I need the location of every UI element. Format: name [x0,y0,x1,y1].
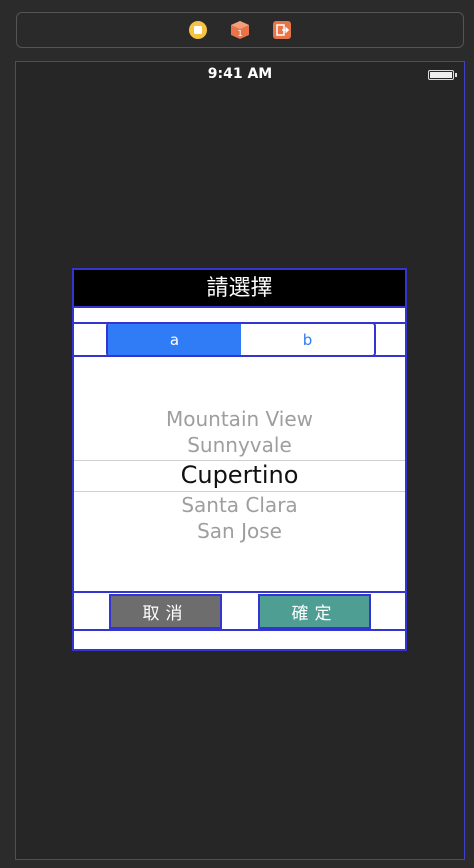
segment-row: a b [74,322,405,357]
button-row: 取消 確定 [74,593,405,631]
scene-dock: 1 [16,12,464,48]
exit-icon[interactable] [271,19,293,41]
cancel-button[interactable]: 取消 [109,594,222,629]
view-controller-icon[interactable] [187,19,209,41]
first-responder-icon[interactable]: 1 [229,19,251,41]
segment-b[interactable]: b [241,324,374,355]
picker-item[interactable]: San Jose [74,519,405,543]
status-time: 9:41 AM [207,66,273,82]
picker-item[interactable]: Sunnyvale [74,433,405,457]
dialog-title: 請選擇 [74,270,405,308]
picker-item[interactable]: Santa Clara [74,493,405,517]
picker-dialog: 請選擇 a b Mountain View Sunnyvale Cupertin… [72,268,407,651]
battery-icon [428,70,457,80]
segment-a[interactable]: a [108,324,241,355]
city-picker[interactable]: Mountain View Sunnyvale Cupertino Santa … [74,357,405,593]
picker-selection-line-bottom [74,491,405,492]
picker-item[interactable]: Mountain View [74,407,405,431]
confirm-button[interactable]: 確定 [258,594,371,629]
segmented-control: a b [106,322,376,357]
picker-item-selected[interactable]: Cupertino [74,461,405,489]
svg-text:1: 1 [237,29,242,38]
